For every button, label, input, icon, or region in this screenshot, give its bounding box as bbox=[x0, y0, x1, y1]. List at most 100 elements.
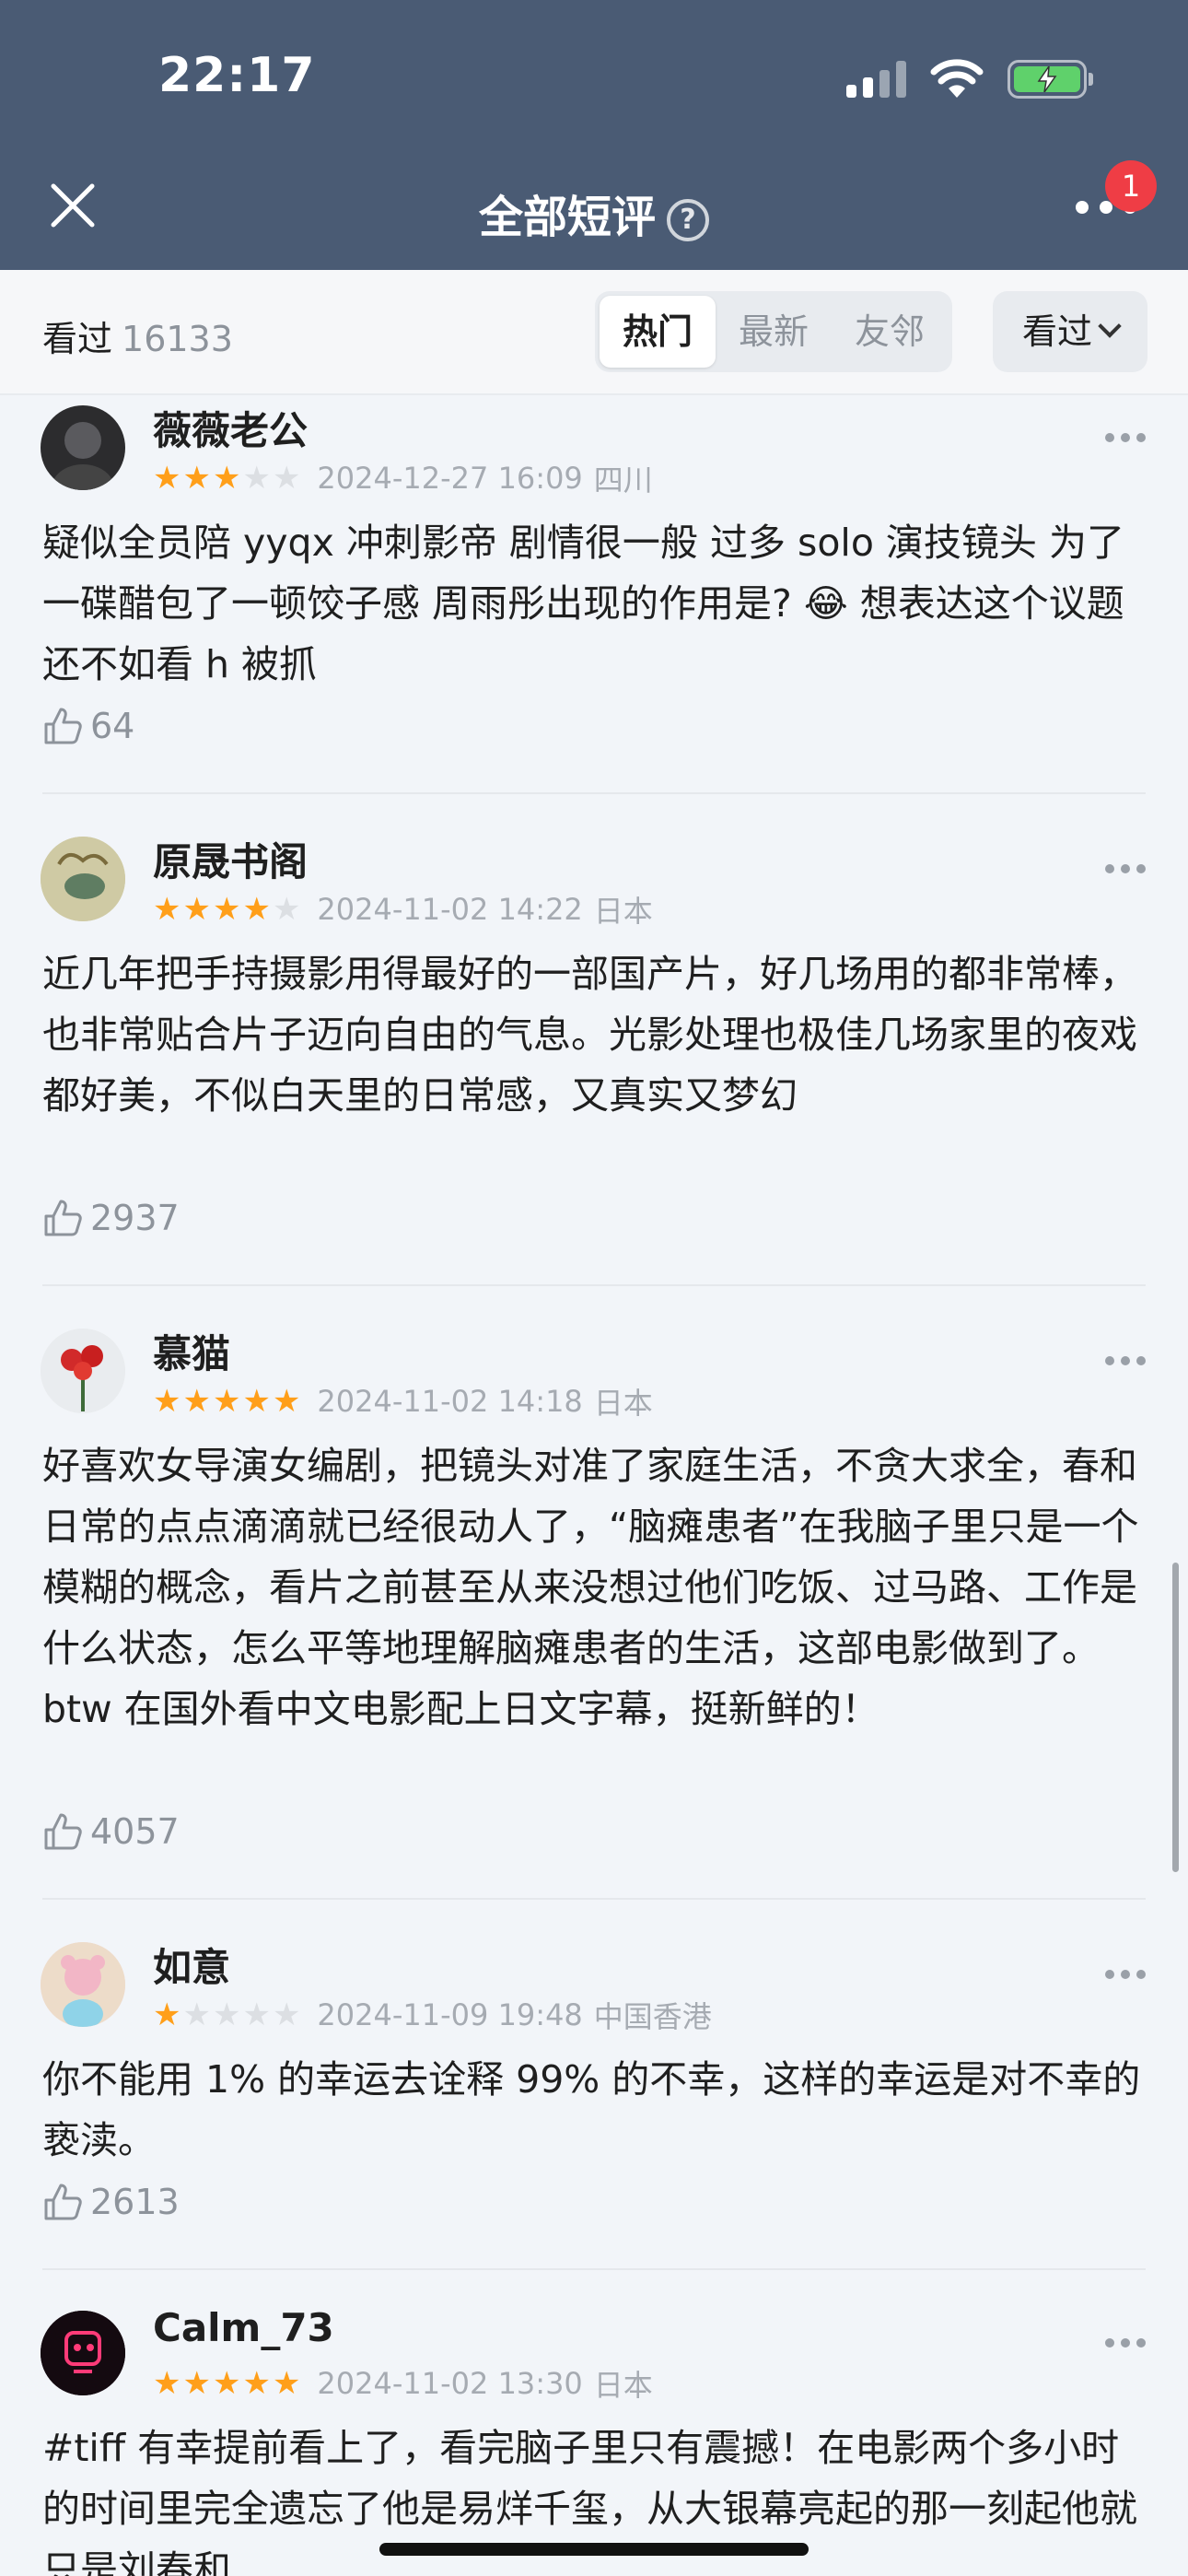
divider bbox=[42, 1284, 1146, 1286]
thumbs-up-icon bbox=[44, 2184, 82, 2220]
like-button[interactable]: 2937 bbox=[42, 1198, 180, 1238]
review-date: 2024-11-02 14:18 bbox=[317, 1384, 583, 1419]
review-more-icon[interactable] bbox=[1105, 1356, 1146, 1367]
review-more-icon[interactable] bbox=[1105, 433, 1146, 444]
tab-hot[interactable]: 热门 bbox=[600, 296, 716, 368]
star-filled-icon: ★ bbox=[272, 1383, 301, 1420]
star-filled-icon: ★ bbox=[182, 1383, 211, 1420]
wifi-icon bbox=[930, 59, 984, 98]
star-empty-icon: ★ bbox=[272, 1996, 301, 2033]
star-empty-icon: ★ bbox=[272, 891, 301, 928]
divider bbox=[42, 2268, 1146, 2270]
home-indicator[interactable] bbox=[379, 2543, 809, 2556]
star-empty-icon: ★ bbox=[242, 460, 271, 497]
status-dropdown-label: 看过 bbox=[1021, 311, 1092, 352]
like-button[interactable]: 64 bbox=[42, 706, 134, 746]
star-filled-icon: ★ bbox=[182, 460, 211, 497]
star-filled-icon: ★ bbox=[153, 1996, 181, 2033]
battery-icon bbox=[1007, 60, 1093, 99]
cellular-signal-icon bbox=[846, 61, 906, 98]
review-date: 2024-11-02 14:22 bbox=[317, 892, 583, 927]
like-count: 2937 bbox=[90, 1198, 180, 1238]
review-location: 四川 bbox=[593, 463, 653, 498]
review-location: 中国香港 bbox=[593, 1999, 712, 2034]
help-icon[interactable]: ? bbox=[667, 199, 709, 241]
rating-stars: ★ ★ ★ ★ ★ bbox=[153, 1386, 300, 1417]
sort-tabs: 热门 最新 友邻 bbox=[595, 291, 952, 372]
review-date: 2024-12-27 16:09 bbox=[317, 461, 583, 496]
review-text: 疑似全员陪 yyqx 冲刺影帝 剧情很一般 过多 solo 演技镜头 为了一碟醋… bbox=[42, 521, 1124, 686]
review-location: 日本 bbox=[593, 1386, 653, 1421]
star-filled-icon: ★ bbox=[153, 891, 181, 928]
review-author[interactable]: Calm_73 bbox=[153, 2305, 334, 2350]
review-text: 近几年把手持摄影用得最好的一部国产片，好几场用的都非常棒，也非常贴合片子迈向自由… bbox=[42, 952, 1137, 1118]
review-text: 你不能用 1% 的幸运去诠释 99% 的不幸，这样的幸运是对不幸的亵渎。 bbox=[42, 2057, 1141, 2162]
review-location: 日本 bbox=[593, 2368, 653, 2403]
star-filled-icon: ★ bbox=[242, 1383, 271, 1420]
scrollbar[interactable] bbox=[1172, 1563, 1179, 1872]
review-meta: ★ ★ ★ ★ ★ 2024-11-02 14:22 日本 bbox=[153, 888, 653, 931]
review-text: 好喜欢女导演女编剧，把镜头对准了家庭生活，不贪大求全，春和日常的点点滴滴就已经很… bbox=[42, 1444, 1139, 1731]
review-more-icon[interactable] bbox=[1105, 1970, 1146, 1981]
rating-stars: ★ ★ ★ ★ ★ bbox=[153, 1999, 300, 2031]
review-more-icon[interactable] bbox=[1105, 2338, 1146, 2349]
review-author[interactable]: 如意 bbox=[153, 1937, 230, 1993]
star-filled-icon: ★ bbox=[153, 1383, 181, 1420]
review-author[interactable]: 薇薇老公 bbox=[153, 400, 308, 456]
tab-latest[interactable]: 最新 bbox=[716, 296, 832, 368]
like-count: 64 bbox=[90, 706, 135, 746]
review-date: 2024-11-09 19:48 bbox=[317, 1997, 583, 2032]
status-time: 22:17 bbox=[158, 48, 316, 103]
star-filled-icon: ★ bbox=[212, 1383, 241, 1420]
seen-count: 看过 16133 bbox=[42, 310, 233, 361]
page-title: 全部短评? bbox=[0, 181, 1188, 245]
rating-stars: ★ ★ ★ ★ ★ bbox=[153, 2368, 300, 2399]
star-filled-icon: ★ bbox=[242, 2365, 271, 2402]
thumbs-up-icon bbox=[44, 1813, 82, 1850]
tab-friends[interactable]: 友邻 bbox=[832, 296, 948, 368]
avatar[interactable] bbox=[41, 837, 125, 921]
notification-badge: 1 bbox=[1105, 160, 1157, 212]
filter-bar: 看过 16133 热门 最新 友邻 看过 bbox=[0, 270, 1188, 395]
thumbs-up-icon bbox=[44, 1200, 82, 1236]
rating-stars: ★ ★ ★ ★ ★ bbox=[153, 463, 300, 494]
review-meta: ★ ★ ★ ★ ★ 2024-12-27 16:09 四川 bbox=[153, 457, 653, 499]
top-bar: 22:17 全部短评? 1 bbox=[0, 0, 1188, 270]
star-filled-icon: ★ bbox=[182, 2365, 211, 2402]
avatar[interactable] bbox=[41, 1329, 125, 1413]
review-meta: ★ ★ ★ ★ ★ 2024-11-02 14:18 日本 bbox=[153, 1380, 653, 1423]
star-empty-icon: ★ bbox=[212, 1996, 241, 2033]
rating-stars: ★ ★ ★ ★ ★ bbox=[153, 894, 300, 925]
avatar[interactable] bbox=[41, 405, 125, 490]
chevron-down-icon bbox=[1098, 314, 1122, 338]
review-location: 日本 bbox=[593, 894, 653, 929]
divider bbox=[42, 792, 1146, 794]
status-icons bbox=[846, 53, 1093, 105]
seen-label: 看过 bbox=[42, 319, 113, 359]
star-filled-icon: ★ bbox=[153, 460, 181, 497]
star-filled-icon: ★ bbox=[242, 891, 271, 928]
seen-number: 16133 bbox=[122, 319, 233, 359]
star-filled-icon: ★ bbox=[153, 2365, 181, 2402]
review-more-icon[interactable] bbox=[1105, 864, 1146, 875]
status-dropdown[interactable]: 看过 bbox=[993, 291, 1147, 372]
review-meta: ★ ★ ★ ★ ★ 2024-11-09 19:48 中国香港 bbox=[153, 1994, 712, 2036]
avatar[interactable] bbox=[41, 1942, 125, 2027]
thumbs-up-icon bbox=[44, 708, 82, 744]
review-date: 2024-11-02 13:30 bbox=[317, 2366, 583, 2401]
star-filled-icon: ★ bbox=[212, 2365, 241, 2402]
review-author[interactable]: 慕猫 bbox=[153, 1323, 230, 1379]
review-author[interactable]: 原晟书阁 bbox=[153, 831, 308, 887]
like-count: 4057 bbox=[90, 1811, 180, 1852]
review-meta: ★ ★ ★ ★ ★ 2024-11-02 13:30 日本 bbox=[153, 2362, 653, 2405]
star-filled-icon: ★ bbox=[182, 891, 211, 928]
like-button[interactable]: 2613 bbox=[42, 2182, 180, 2222]
like-button[interactable]: 4057 bbox=[42, 1811, 180, 1852]
star-filled-icon: ★ bbox=[212, 460, 241, 497]
star-empty-icon: ★ bbox=[272, 460, 301, 497]
star-filled-icon: ★ bbox=[272, 2365, 301, 2402]
page-title-text: 全部短评 bbox=[478, 192, 656, 243]
star-empty-icon: ★ bbox=[182, 1996, 211, 2033]
star-filled-icon: ★ bbox=[212, 891, 241, 928]
avatar[interactable] bbox=[41, 2311, 125, 2395]
